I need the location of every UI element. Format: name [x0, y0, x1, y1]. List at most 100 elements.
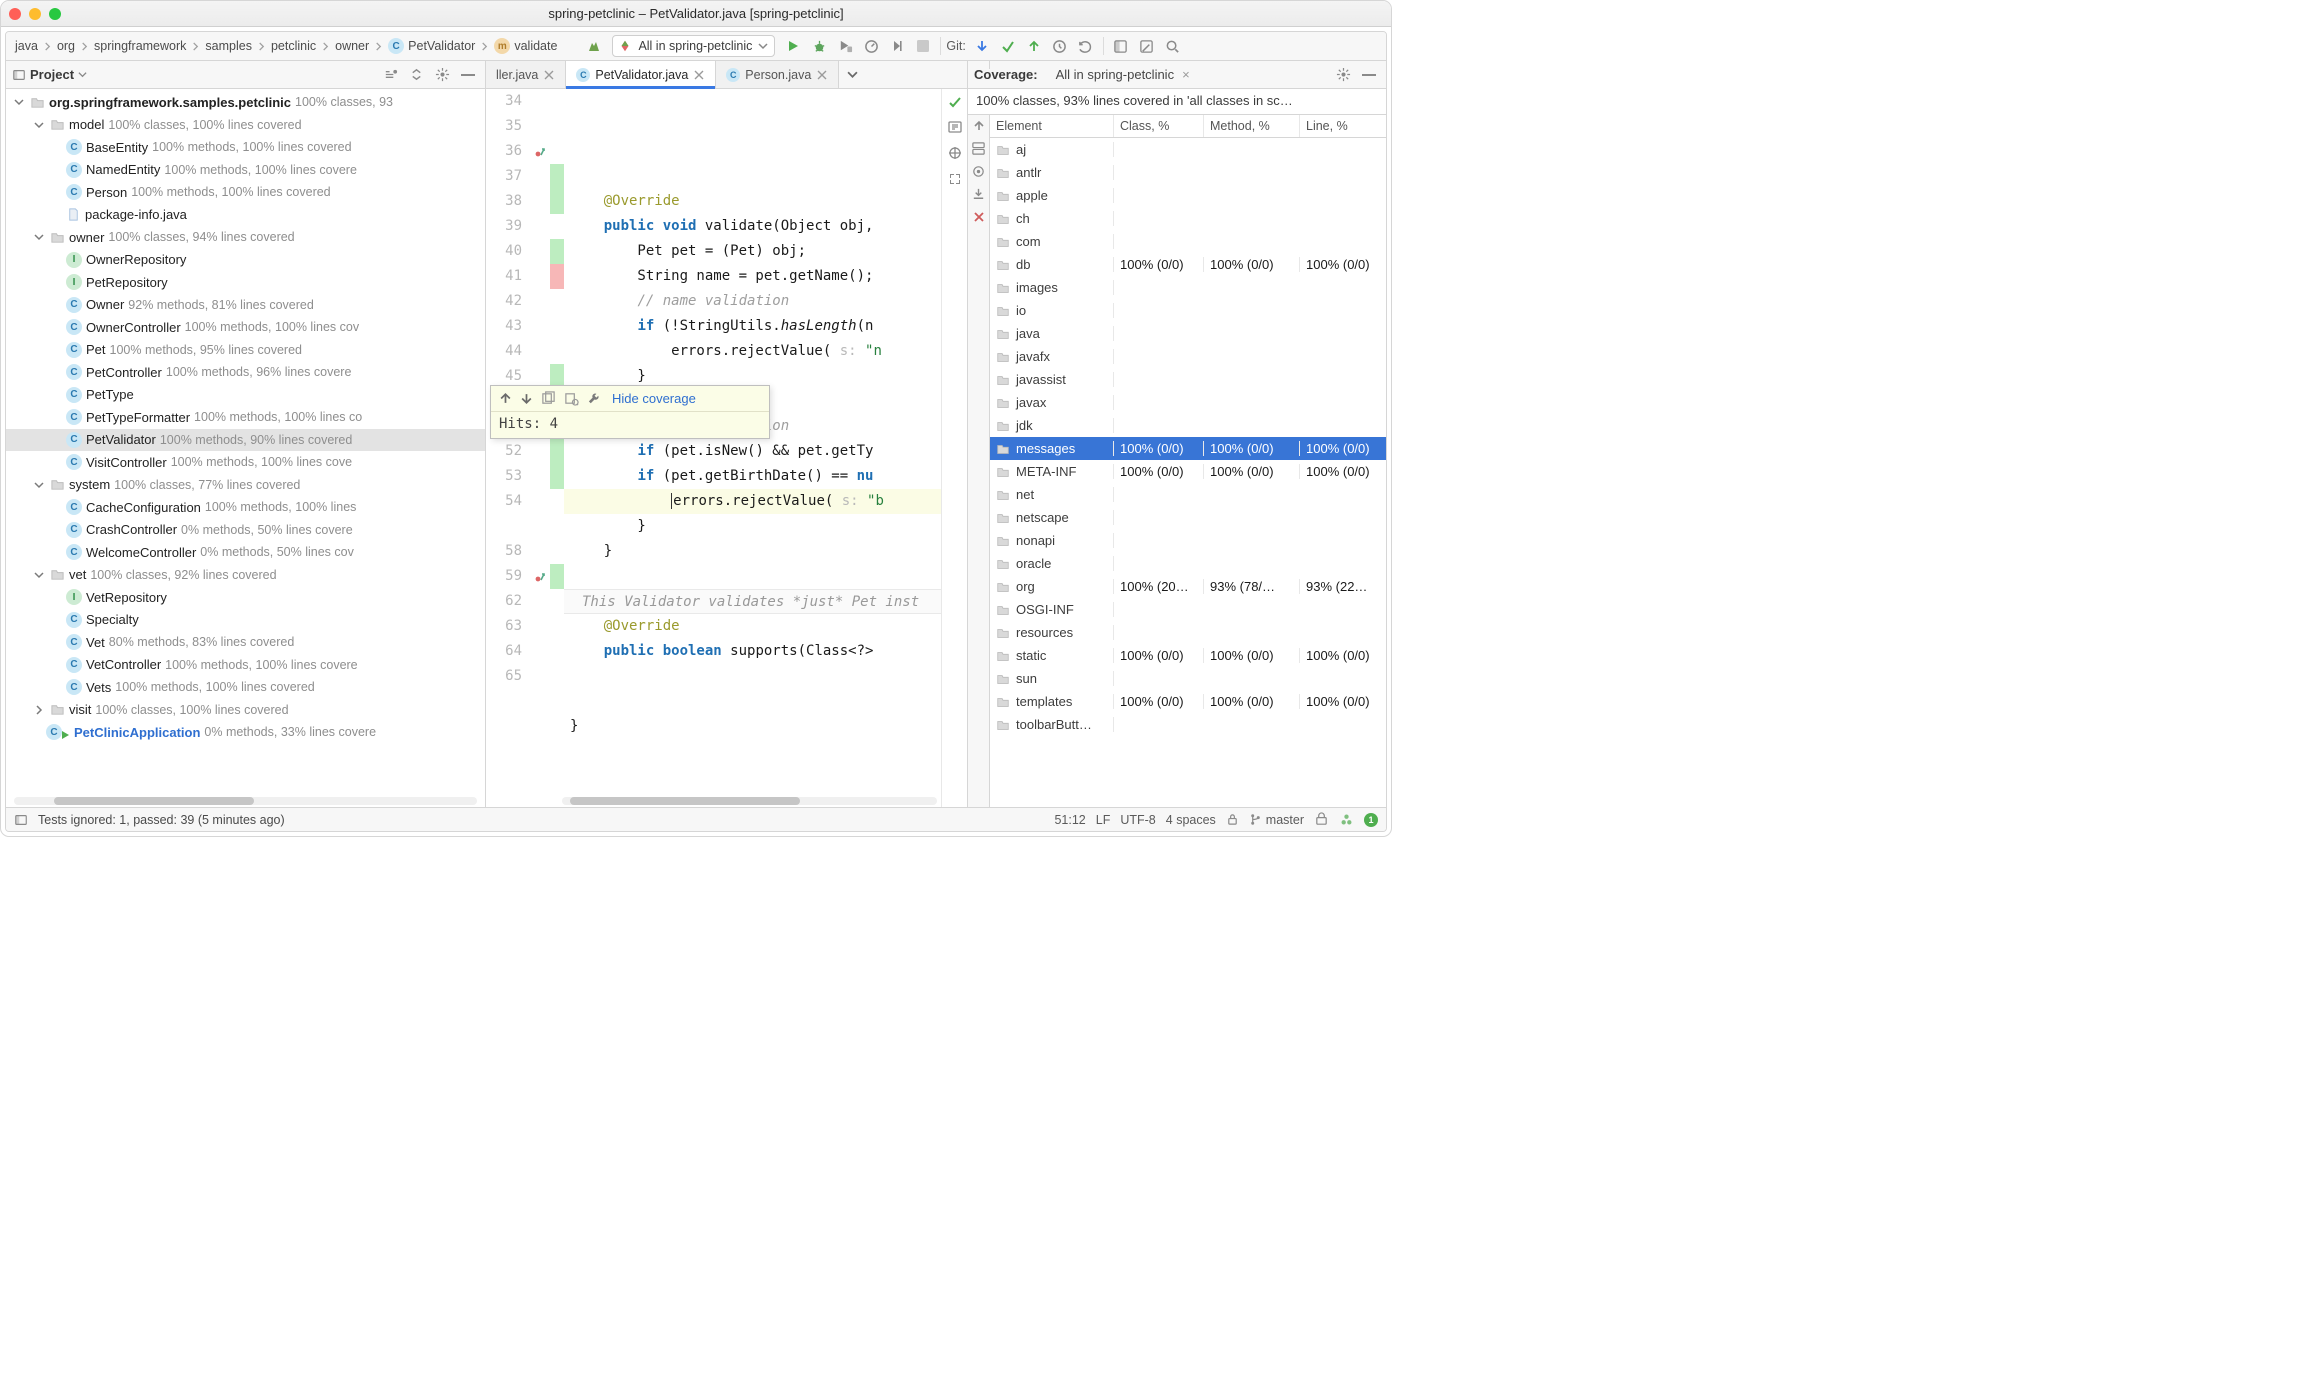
tree-row[interactable]: package-info.java — [6, 204, 485, 227]
coverage-row[interactable]: org100% (20…93% (78/…93% (22… — [990, 575, 1386, 598]
coverage-col-header[interactable]: Class, % — [1114, 115, 1204, 137]
coverage-row[interactable]: javafx — [990, 345, 1386, 368]
tool-windows-icon[interactable] — [14, 813, 28, 827]
coverage-col-header[interactable]: Element — [990, 115, 1114, 137]
breadcrumb-item[interactable]: java — [12, 37, 41, 55]
code-editor[interactable]: 3435363738394041424344455051525354585962… — [486, 89, 967, 807]
hide-panel-button[interactable] — [457, 68, 479, 82]
memory-indicator[interactable] — [1314, 812, 1329, 827]
coverage-row[interactable]: toolbarButt… — [990, 713, 1386, 736]
tree-row[interactable]: CNamedEntity 100% methods, 100% lines co… — [6, 159, 485, 182]
tree-row[interactable]: vet 100% classes, 92% lines covered — [6, 564, 485, 587]
editor-scrollbar[interactable] — [562, 797, 937, 805]
horizontal-scrollbar[interactable] — [14, 797, 477, 805]
close-icon[interactable] — [972, 210, 986, 224]
close-tab-icon[interactable] — [816, 69, 828, 81]
coverage-table[interactable]: ElementClass, %Method, %Line, % ajantlra… — [990, 115, 1386, 807]
breadcrumb-item[interactable]: org — [54, 37, 78, 55]
editor-tab[interactable]: CPetValidator.java — [566, 61, 716, 88]
tree-row[interactable]: CWelcomeController 0% methods, 50% lines… — [6, 541, 485, 564]
vcs-history-button[interactable] — [1048, 34, 1072, 58]
coverage-row[interactable]: sun — [990, 667, 1386, 690]
editor-tab[interactable]: ller.java — [486, 61, 566, 88]
line-separator[interactable]: LF — [1096, 813, 1111, 827]
stop-button[interactable] — [911, 34, 935, 58]
select-open-file-button[interactable] — [379, 67, 401, 82]
coverage-row[interactable]: javassist — [990, 368, 1386, 391]
tree-row[interactable]: CVisitController 100% methods, 100% line… — [6, 451, 485, 474]
coverage-row[interactable]: resources — [990, 621, 1386, 644]
avatar-button[interactable] — [1135, 34, 1159, 58]
coverage-row[interactable]: ch — [990, 207, 1386, 230]
indent[interactable]: 4 spaces — [1166, 813, 1216, 827]
up-icon[interactable] — [972, 119, 986, 133]
expand-all-button[interactable] — [405, 67, 427, 82]
tree-row[interactable]: CPetTypeFormatter 100% methods, 100% lin… — [6, 406, 485, 429]
coverage-row[interactable]: io — [990, 299, 1386, 322]
lens-icon[interactable] — [947, 145, 963, 161]
tree-row[interactable]: COwner 92% methods, 81% lines covered — [6, 294, 485, 317]
expand-icon[interactable] — [947, 171, 963, 187]
project-view-icon[interactable] — [12, 68, 26, 82]
tabs-overflow-button[interactable] — [839, 61, 865, 88]
notifications-badge[interactable]: 1 — [1364, 813, 1378, 827]
tree-row[interactable]: CPetValidator 100% methods, 90% lines co… — [6, 429, 485, 452]
coverage-row[interactable]: nonapi — [990, 529, 1386, 552]
vcs-update-button[interactable] — [970, 34, 994, 58]
tree-row[interactable]: CVet 80% methods, 83% lines covered — [6, 631, 485, 654]
coverage-col-header[interactable]: Method, % — [1204, 115, 1300, 137]
readonly-toggle[interactable] — [1226, 813, 1239, 826]
tree-row[interactable]: IPetRepository — [6, 271, 485, 294]
breadcrumb-item[interactable]: owner — [332, 37, 372, 55]
coverage-row[interactable]: OSGI-INF — [990, 598, 1386, 621]
export-icon[interactable] — [971, 187, 986, 202]
test-status[interactable]: Tests ignored: 1, passed: 39 (5 minutes … — [38, 813, 285, 827]
git-branch[interactable]: master — [1249, 813, 1304, 827]
vcs-commit-button[interactable] — [996, 34, 1020, 58]
hide-coverage-link[interactable]: Hide coverage — [612, 391, 696, 406]
coverage-row[interactable]: java — [990, 322, 1386, 345]
breadcrumb-item[interactable]: CPetValidator — [385, 36, 478, 56]
coverage-row[interactable]: static100% (0/0)100% (0/0)100% (0/0) — [990, 644, 1386, 667]
code-content[interactable]: @Override public void validate(Object ob… — [564, 89, 941, 807]
build-button[interactable] — [582, 34, 606, 58]
caret-position[interactable]: 51:12 — [1054, 813, 1085, 827]
coverage-row[interactable]: com — [990, 230, 1386, 253]
tree-row[interactable]: owner 100% classes, 94% lines covered — [6, 226, 485, 249]
coverage-row[interactable]: templates100% (0/0)100% (0/0)100% (0/0) — [990, 690, 1386, 713]
coverage-gutter[interactable] — [550, 89, 564, 807]
coverage-row[interactable]: javax — [990, 391, 1386, 414]
tree-row[interactable]: org.springframework.samples.petclinic 10… — [6, 91, 485, 114]
vcs-rollback-button[interactable] — [1074, 34, 1098, 58]
chevron-down-icon[interactable] — [78, 70, 87, 79]
breadcrumb-item[interactable]: petclinic — [268, 37, 319, 55]
editor-tab[interactable]: CPerson.java — [716, 61, 839, 88]
wrench-icon[interactable] — [587, 391, 602, 406]
processes-icon[interactable] — [1339, 812, 1354, 827]
flatten-icon[interactable] — [971, 141, 986, 156]
attach-button[interactable] — [885, 34, 909, 58]
coverage-row[interactable]: aj — [990, 138, 1386, 161]
hide-coverage-button[interactable] — [1358, 68, 1380, 82]
prev-hit-button[interactable] — [499, 392, 512, 405]
tree-row[interactable]: COwnerController 100% methods, 100% line… — [6, 316, 485, 339]
breadcrumb[interactable]: javaorgspringframeworksamplespetclinicow… — [12, 36, 560, 56]
structure-button[interactable] — [1109, 34, 1133, 58]
close-run-icon[interactable]: × — [1182, 67, 1190, 82]
coverage-row[interactable]: apple — [990, 184, 1386, 207]
tree-row[interactable]: CCrashController 0% methods, 50% lines c… — [6, 519, 485, 542]
tree-row[interactable]: CVets 100% methods, 100% lines covered — [6, 676, 485, 699]
coverage-row[interactable]: images — [990, 276, 1386, 299]
settings-button[interactable] — [431, 67, 453, 82]
tree-row[interactable]: CPet 100% methods, 95% lines covered — [6, 339, 485, 362]
coverage-run-name[interactable]: All in spring-petclinic — [1056, 67, 1175, 82]
edit-colors-button[interactable] — [564, 391, 579, 406]
breadcrumb-item[interactable]: springframework — [91, 37, 189, 55]
tree-row[interactable]: CPerson 100% methods, 100% lines covered — [6, 181, 485, 204]
bytecode-button[interactable] — [541, 391, 556, 406]
coverage-row[interactable]: META-INF100% (0/0)100% (0/0)100% (0/0) — [990, 460, 1386, 483]
search-button[interactable] — [1161, 34, 1185, 58]
coverage-row[interactable]: jdk — [990, 414, 1386, 437]
encoding[interactable]: UTF-8 — [1120, 813, 1155, 827]
run-config-selector[interactable]: All in spring-petclinic — [612, 35, 775, 57]
